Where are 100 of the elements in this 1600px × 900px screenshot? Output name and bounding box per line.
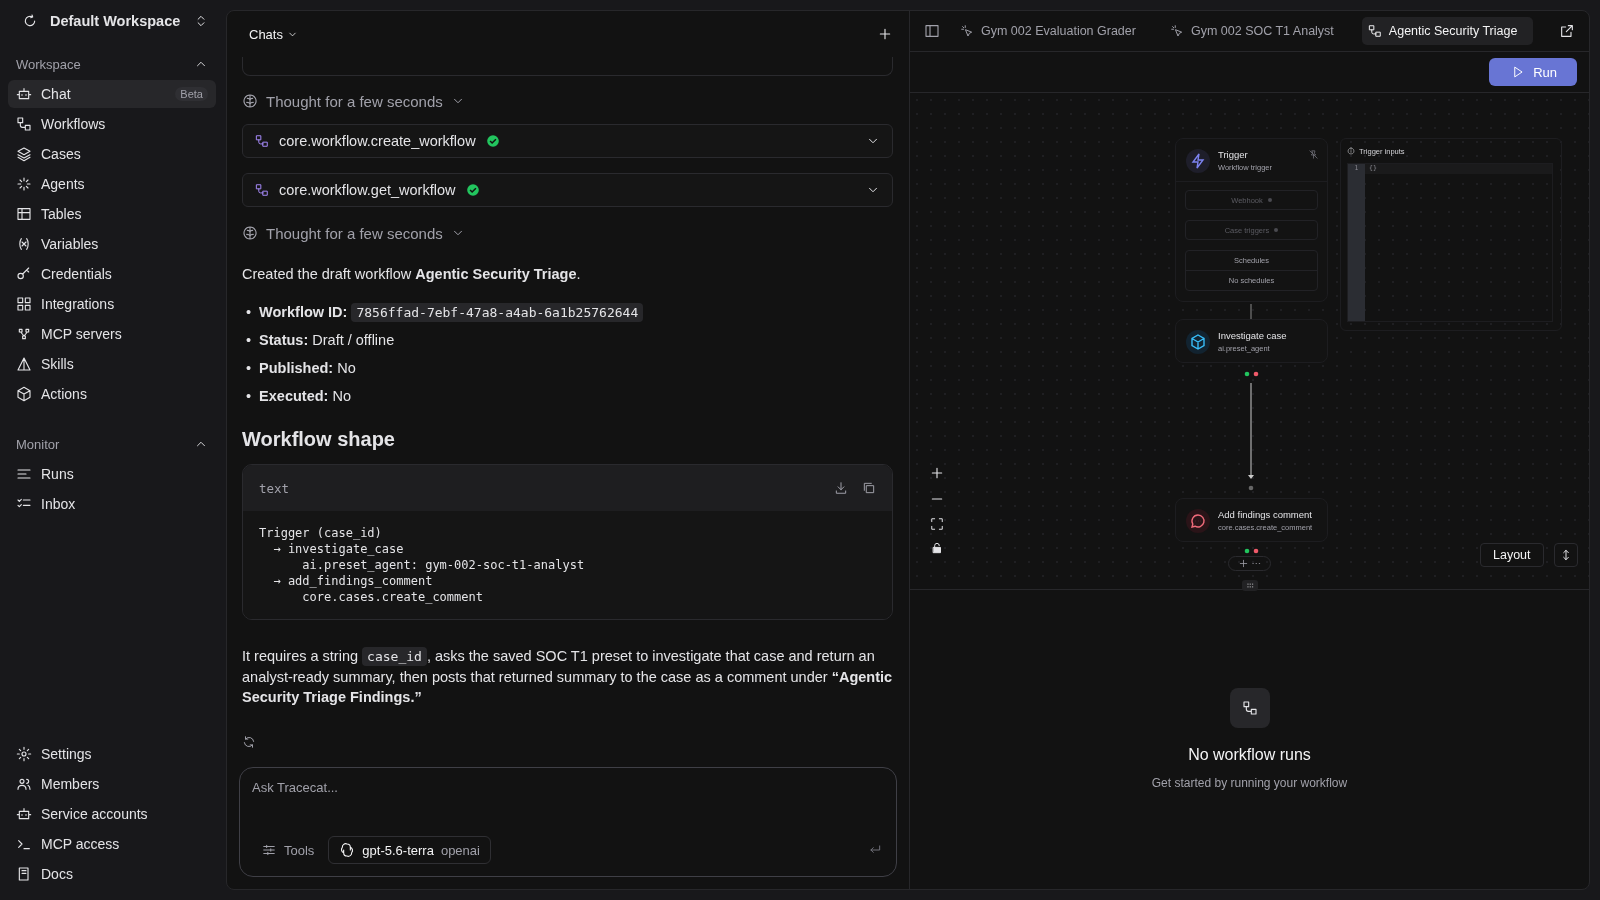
sidebar-item[interactable]: Service accounts bbox=[8, 800, 216, 828]
code-line: Trigger (case_id) bbox=[259, 525, 383, 541]
book-icon bbox=[16, 866, 32, 882]
list-item: Workflow ID: 7856ffad-7ebf-47a8-a4ab-6a1b25762644 bbox=[259, 300, 644, 324]
workflow-icon bbox=[16, 116, 32, 132]
thought-label[interactable]: Thought for a few seconds bbox=[266, 224, 443, 242]
layout-button[interactable]: Layout bbox=[1480, 543, 1544, 567]
sidebar-item[interactable]: Tables bbox=[8, 200, 216, 228]
beta-badge: Beta bbox=[175, 87, 208, 101]
sidebar-item[interactable]: Cases bbox=[8, 140, 216, 168]
cube-icon bbox=[1186, 330, 1210, 354]
bullet-marker: • bbox=[246, 388, 252, 404]
code-line: → investigate_case bbox=[272, 541, 405, 557]
sidebar-item[interactable]: Credentials bbox=[8, 260, 216, 288]
people-icon bbox=[16, 776, 32, 792]
node-title: Investigate case bbox=[1218, 330, 1288, 341]
direction-button[interactable] bbox=[1554, 543, 1578, 567]
lightning-icon bbox=[1186, 149, 1210, 173]
code-line: → add_findings_comment bbox=[272, 573, 434, 589]
bot-icon bbox=[16, 86, 32, 102]
workspace-name: Default Workspace bbox=[50, 13, 182, 29]
sidebar-item[interactable]: Workflows bbox=[8, 110, 216, 138]
info-icon bbox=[1347, 147, 1355, 155]
lock-icon[interactable] bbox=[930, 541, 944, 555]
sparkle-icon bbox=[16, 176, 32, 192]
output-ports bbox=[1244, 371, 1259, 377]
list-item: Executed: No bbox=[259, 387, 351, 406]
tab[interactable]: Gym 002 Evaluation Grader bbox=[954, 17, 1142, 45]
connector-line bbox=[1249, 304, 1253, 319]
tools-button[interactable]: Tools bbox=[252, 842, 315, 858]
sidebar-item[interactable]: Integrations bbox=[8, 290, 216, 318]
message-paragraph: It requires a string case_id , asks the saved SOC T1 preset to investigate that case and return an analyst-ready summary, then posts that returned summary to the case as a comment under “Agentic Security Triage Findings.” bbox=[242, 646, 893, 707]
code-line: ai.preset_agent: gym-002-soc-t1-analyst bbox=[301, 557, 586, 573]
section-heading: Workflow shape bbox=[242, 428, 396, 451]
thought-label[interactable]: Thought for a few seconds bbox=[266, 92, 443, 110]
input-port bbox=[1248, 485, 1254, 491]
node-title: Add findings comment bbox=[1218, 509, 1313, 520]
list-item: Status: Draft / offline bbox=[259, 331, 395, 350]
zoom-in-icon[interactable] bbox=[929, 465, 945, 481]
sliders-icon bbox=[262, 843, 276, 857]
layers-icon bbox=[16, 146, 32, 162]
section-title: Workspace bbox=[16, 56, 81, 72]
plus-icon bbox=[1237, 558, 1249, 569]
sidebar-item[interactable]: Docs bbox=[8, 860, 216, 888]
message-paragraph: Created the draft workflow Agentic Security Triage. bbox=[242, 265, 582, 284]
bullet-marker: • bbox=[246, 360, 252, 376]
sidebar-item[interactable]: Skills bbox=[8, 350, 216, 378]
message-input[interactable]: Ask Tracecat... bbox=[252, 778, 882, 797]
workflow-icon bbox=[255, 134, 269, 148]
run-button[interactable]: Run bbox=[1489, 58, 1577, 86]
sidebar-item[interactable]: Chat Beta bbox=[8, 80, 216, 108]
bullet-marker: • bbox=[246, 332, 252, 348]
workflow-icon bbox=[1229, 688, 1270, 728]
sidebar-item[interactable]: Inbox bbox=[8, 490, 216, 518]
triangle-icon bbox=[16, 356, 32, 372]
tool-call-card[interactable]: core.workflow.get_workflow bbox=[242, 173, 893, 207]
grip-icon bbox=[1244, 580, 1256, 591]
cursor-click-icon bbox=[960, 24, 974, 38]
model-selector[interactable]: gpt-5.6-terra openai bbox=[328, 836, 491, 864]
open-external-icon[interactable] bbox=[1559, 23, 1575, 39]
tool-call-card[interactable]: core.workflow.create_workflow bbox=[242, 124, 893, 158]
bullet-marker: • bbox=[246, 304, 252, 320]
sidebar-item[interactable]: Settings bbox=[8, 740, 216, 768]
sidebar-toggle-icon[interactable] bbox=[924, 23, 940, 39]
sidebar-item[interactable]: Actions bbox=[8, 380, 216, 408]
sidebar-item[interactable]: Members bbox=[8, 770, 216, 798]
message-composer[interactable]: Ask Tracecat... Tools gpt-5.6-terra openai bbox=[239, 767, 897, 877]
key-icon bbox=[16, 266, 32, 282]
tab[interactable]: Gym 002 SOC T1 Analyst bbox=[1163, 17, 1340, 45]
gear-icon bbox=[16, 746, 32, 762]
copy-icon[interactable] bbox=[862, 481, 876, 495]
network-icon bbox=[16, 326, 32, 342]
workflow-icon bbox=[255, 183, 269, 197]
empty-state-text: Get started by running your workflow bbox=[1151, 776, 1348, 790]
sidebar-item[interactable]: Variables bbox=[8, 230, 216, 258]
plus-icon[interactable] bbox=[877, 26, 893, 42]
node-title: Trigger bbox=[1218, 149, 1249, 160]
box-icon bbox=[16, 386, 32, 402]
bot-icon bbox=[16, 806, 32, 822]
sidebar-item[interactable]: MCP access bbox=[8, 830, 216, 858]
chats-dropdown[interactable]: Chats bbox=[249, 26, 298, 42]
table-icon bbox=[16, 206, 32, 222]
sidebar-item[interactable]: Runs bbox=[8, 460, 216, 488]
output-ports bbox=[1244, 548, 1259, 554]
empty-state-title: No workflow runs bbox=[1188, 746, 1311, 764]
chat-bubble-icon bbox=[1186, 509, 1210, 533]
list-icon bbox=[16, 466, 32, 482]
download-icon[interactable] bbox=[834, 481, 848, 495]
resize-handle[interactable] bbox=[1242, 580, 1258, 591]
tab[interactable]: Agentic Security Triage bbox=[1361, 17, 1534, 45]
workspace-icon bbox=[22, 13, 38, 29]
sidebar-item[interactable]: Agents bbox=[8, 170, 216, 198]
variable-icon bbox=[16, 236, 32, 252]
cursor-click-icon bbox=[1169, 24, 1184, 38]
pin-off-icon[interactable] bbox=[1308, 149, 1319, 160]
sidebar-item[interactable]: MCP servers bbox=[8, 320, 216, 348]
workflow-icon bbox=[1367, 24, 1382, 38]
code-line: core.cases.create_comment bbox=[301, 589, 484, 605]
fit-view-icon[interactable] bbox=[930, 517, 944, 531]
refresh-icon[interactable] bbox=[242, 735, 256, 749]
